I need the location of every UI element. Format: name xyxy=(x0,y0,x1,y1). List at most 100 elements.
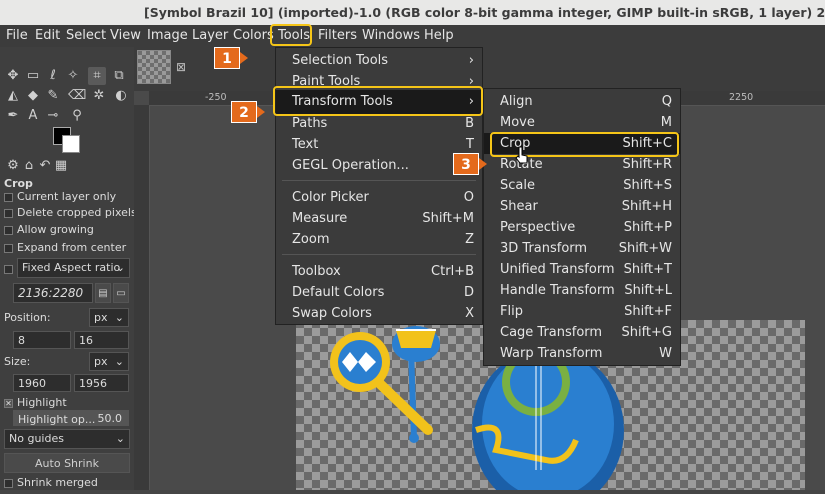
chevron-down-icon: ⌄ xyxy=(114,311,124,324)
menu-help[interactable]: Help xyxy=(424,25,454,47)
highlight-opacity-slider[interactable]: Highlight op... 50.0 xyxy=(13,410,129,426)
callout-pointer xyxy=(257,106,265,118)
vertical-ruler[interactable] xyxy=(134,105,150,490)
submenu-item-align[interactable]: Align Q xyxy=(484,91,680,112)
highlight-checkbox[interactable]: ✕ xyxy=(4,398,13,408)
ratio-swap-icon[interactable]: ▭ xyxy=(113,283,129,303)
submenu-item-handle-transform[interactable]: Handle Transform Shift+L xyxy=(484,280,680,301)
size-label: Size: xyxy=(4,355,31,368)
hand-cursor-icon xyxy=(515,146,528,164)
auto-shrink-button[interactable]: Auto Shrink xyxy=(4,453,130,473)
shrink-merged-option[interactable]: Shrink merged xyxy=(4,476,98,489)
submenu-item-shear[interactable]: Shear Shift+H xyxy=(484,196,680,217)
paths-icon[interactable]: ✒ xyxy=(4,107,22,125)
fixed-aspect-select[interactable]: Fixed Aspect ratio ⌄ xyxy=(17,258,130,278)
menu-item-toolbox[interactable]: Toolbox Ctrl+B xyxy=(276,261,482,282)
menu-item-selection-tools[interactable]: Selection Tools › xyxy=(276,50,482,71)
zoom-icon[interactable]: ⚲ xyxy=(68,107,86,125)
ink-icon[interactable]: ◆ xyxy=(24,87,42,105)
menu-separator xyxy=(282,254,476,255)
clone-icon[interactable]: ✲ xyxy=(90,87,108,105)
transform-tool-icon[interactable]: ⧉ xyxy=(110,67,128,85)
menu-image[interactable]: Image xyxy=(147,25,188,47)
chevron-right-icon: › xyxy=(468,53,474,68)
submenu-item-flip[interactable]: Flip Shift+F xyxy=(484,301,680,322)
position-unit-select[interactable]: px ⌄ xyxy=(89,308,129,327)
menu-item-measure[interactable]: Measure Shift+M xyxy=(276,208,482,229)
window-title: [Symbol Brazil 10] (imported)-1.0 (RGB c… xyxy=(144,5,825,20)
image-thumbnail[interactable] xyxy=(137,50,171,84)
menu-item-swap-colors[interactable]: Swap Colors X xyxy=(276,303,482,324)
close-icon[interactable]: ⊠ xyxy=(176,60,186,74)
chevron-right-icon: › xyxy=(468,74,474,87)
submenu-item-perspective[interactable]: Perspective Shift+P xyxy=(484,217,680,238)
expand-from-center-checkbox[interactable] xyxy=(4,243,13,253)
menu-item-gegl-operation[interactable]: GEGL Operation... xyxy=(276,155,482,176)
delete-cropped-checkbox[interactable] xyxy=(4,208,13,218)
smudge-icon[interactable]: ◐ xyxy=(112,87,130,105)
position-label: Position: xyxy=(4,311,51,324)
menu-item-paint-tools[interactable]: Paint Tools › xyxy=(276,71,482,87)
text-tool-icon[interactable]: A xyxy=(24,107,42,125)
size-unit-select[interactable]: px ⌄ xyxy=(89,352,129,371)
submenu-item-warp-transform[interactable]: Warp Transform W xyxy=(484,343,680,364)
step-callout-1: 1 xyxy=(214,47,240,69)
size-width-input[interactable]: 1960 xyxy=(13,374,71,392)
submenu-item-unified-transform[interactable]: Unified Transform Shift+T xyxy=(484,259,680,280)
menu-view[interactable]: View xyxy=(110,25,141,47)
submenu-item-move[interactable]: Move M xyxy=(484,112,680,133)
highlight-option[interactable]: ✕ Highlight xyxy=(4,396,67,409)
current-layer-only-checkbox[interactable] xyxy=(4,192,13,202)
menu-filters[interactable]: Filters xyxy=(318,25,357,47)
fixed-aspect-checkbox[interactable] xyxy=(4,264,13,274)
menu-item-paths[interactable]: Paths B xyxy=(276,113,482,134)
window-titlebar: [Symbol Brazil 10] (imported)-1.0 (RGB c… xyxy=(0,0,825,25)
lasso-icon[interactable]: ℓ xyxy=(44,67,62,85)
menu-item-color-picker[interactable]: Color Picker O xyxy=(276,187,482,208)
rect-select-icon[interactable]: ▭ xyxy=(24,67,42,85)
menu-windows[interactable]: Windows xyxy=(362,25,420,47)
color-picker-icon[interactable]: ⊸ xyxy=(44,107,62,125)
fuzzy-select-icon[interactable]: ✧ xyxy=(64,67,82,85)
menu-colors[interactable]: Colors xyxy=(233,25,274,47)
menubar: File Edit Select View Image Layer Colors… xyxy=(0,25,825,47)
shrink-merged-checkbox[interactable] xyxy=(4,478,13,488)
ratio-doc-icon[interactable]: ▤ xyxy=(95,283,111,303)
guides-select[interactable]: No guides ⌄ xyxy=(4,429,130,449)
images-tab-icon[interactable]: ▦ xyxy=(52,157,70,175)
current-layer-only-option[interactable]: Current layer only xyxy=(4,190,116,203)
eraser-icon[interactable]: ⌫ xyxy=(68,87,86,105)
bucket-icon[interactable]: ◭ xyxy=(4,87,22,105)
menu-item-default-colors[interactable]: Default Colors D xyxy=(276,282,482,303)
menu-edit[interactable]: Edit xyxy=(35,25,60,47)
callout-pointer xyxy=(240,52,248,64)
menu-item-zoom[interactable]: Zoom Z xyxy=(276,229,482,250)
aspect-ratio-input[interactable]: 2136:2280 xyxy=(13,283,93,303)
expand-from-center-option[interactable]: Expand from center xyxy=(4,241,126,254)
menu-select[interactable]: Select xyxy=(66,25,106,47)
submenu-item-3d-transform[interactable]: 3D Transform Shift+W xyxy=(484,238,680,259)
submenu-item-cage-transform[interactable]: Cage Transform Shift+G xyxy=(484,322,680,343)
crop-tool-icon[interactable]: ⌗ xyxy=(88,67,106,85)
position-x-input[interactable]: 8 xyxy=(13,331,71,349)
menu-item-text[interactable]: Text T xyxy=(276,134,482,155)
submenu-item-scale[interactable]: Scale Shift+S xyxy=(484,175,680,196)
move-tool-icon[interactable]: ✥ xyxy=(4,67,22,85)
delete-cropped-option[interactable]: Delete cropped pixels xyxy=(4,206,137,219)
menu-separator xyxy=(282,180,476,181)
position-y-input[interactable]: 16 xyxy=(74,331,129,349)
chevron-down-icon: ⌄ xyxy=(115,432,125,445)
brush-icon[interactable]: ✎ xyxy=(44,87,62,105)
chevron-down-icon: ⌄ xyxy=(115,261,125,274)
menu-layer[interactable]: Layer xyxy=(192,25,228,47)
transform-tools-submenu: Align Q Move M Crop Shift+C Rotate Shift… xyxy=(483,88,681,366)
ruler-label-right: 2250 xyxy=(729,92,754,103)
size-height-input[interactable]: 1956 xyxy=(74,374,129,392)
fixed-aspect-checkbox-row[interactable] xyxy=(4,262,17,275)
allow-growing-option[interactable]: Allow growing xyxy=(4,223,94,236)
chevron-down-icon: ⌄ xyxy=(114,355,124,368)
background-color-swatch[interactable] xyxy=(62,135,80,153)
allow-growing-checkbox[interactable] xyxy=(4,225,13,235)
menu-file[interactable]: File xyxy=(6,25,28,47)
callout-pointer xyxy=(479,158,487,170)
